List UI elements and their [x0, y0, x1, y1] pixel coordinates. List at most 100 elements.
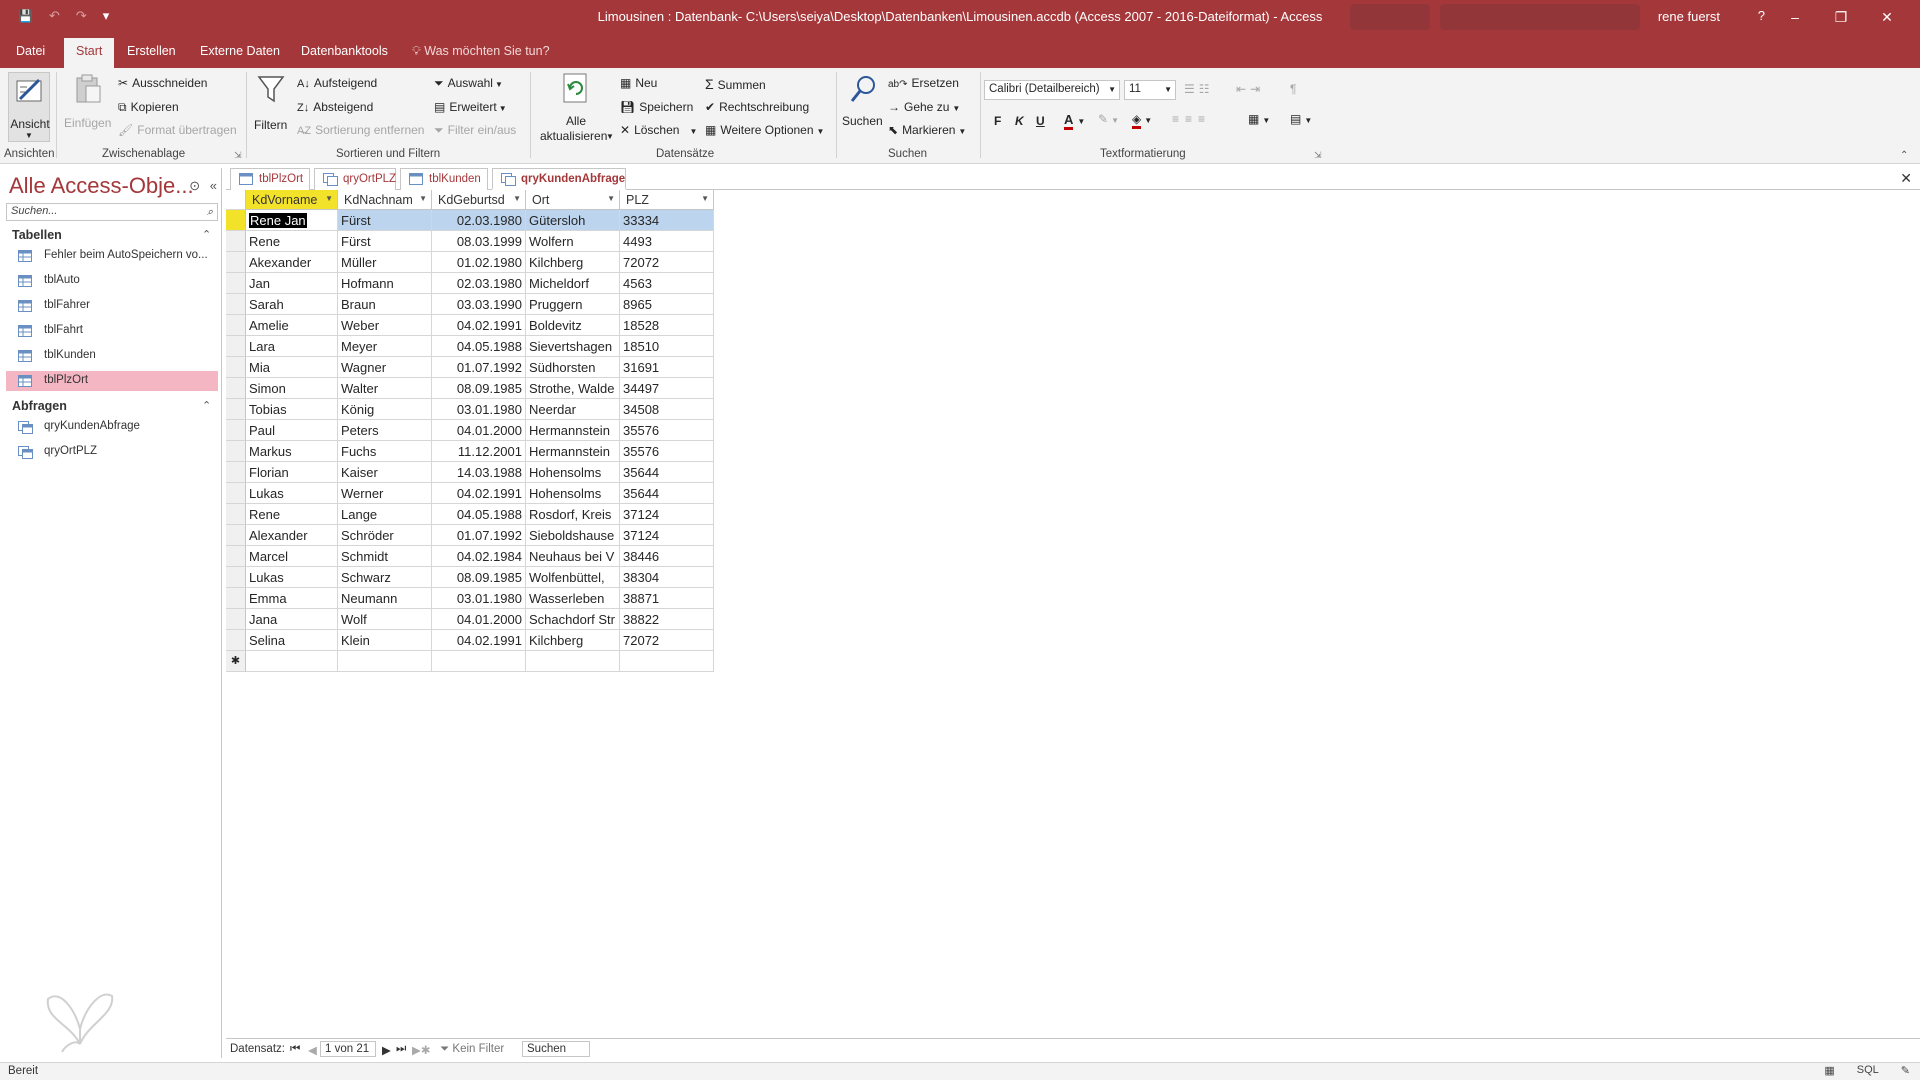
table-cell[interactable]: Kilchberg — [526, 630, 620, 651]
table-cell[interactable]: Rene — [246, 504, 338, 525]
table-cell[interactable]: 08.09.1985 — [432, 378, 526, 399]
new-record-cell[interactable] — [526, 651, 620, 672]
table-cell[interactable]: Hofmann — [338, 273, 432, 294]
tab-datei[interactable]: Datei — [16, 42, 45, 60]
table-cell[interactable]: 33334 — [620, 210, 714, 231]
nav-section-abfragen[interactable]: Abfragen ⌃ — [12, 399, 212, 413]
row-selector[interactable] — [226, 462, 246, 483]
tab-datenbanktools[interactable]: Datenbanktools — [301, 42, 388, 60]
record-position-input[interactable]: 1 von 21 — [320, 1041, 376, 1057]
new-record-row-selector[interactable]: ✱ — [226, 651, 246, 672]
table-cell[interactable]: Paul — [246, 420, 338, 441]
collapse-nav-icon[interactable]: « — [210, 178, 217, 193]
table-cell[interactable]: 02.03.1980 — [432, 210, 526, 231]
tab-start[interactable]: Start — [64, 38, 115, 68]
row-selector[interactable] — [226, 546, 246, 567]
row-selector[interactable] — [226, 252, 246, 273]
table-cell[interactable]: Sievertshagen — [526, 336, 620, 357]
new-record-cell[interactable] — [432, 651, 526, 672]
alternate-row-color-button[interactable]: ▤ ▼ — [1290, 112, 1312, 126]
list-buttons[interactable]: ☰☷ — [1184, 82, 1214, 96]
format-uebertragen-button[interactable]: 🖌︎ Format übertragen — [118, 123, 237, 137]
table-cell[interactable]: 04.02.1991 — [432, 483, 526, 504]
aufsteigend-button[interactable]: A↓ Aufsteigend — [297, 76, 377, 90]
kopieren-button[interactable]: ⧉ Kopieren — [118, 100, 179, 115]
collapse-ribbon-icon[interactable]: ⌃ — [1900, 150, 1908, 161]
column-filter-dropdown-icon[interactable]: ▼ — [701, 194, 709, 203]
table-cell[interactable]: Schröder — [338, 525, 432, 546]
alle-aktualisieren-button[interactable]: Alle aktualisieren ▼ — [536, 72, 616, 144]
row-selector[interactable] — [226, 588, 246, 609]
col-kdgeburtsdatum-header[interactable]: KdGeburtsd ▼ — [432, 190, 526, 210]
filter-status[interactable]: ⏷ Kein Filter — [440, 1043, 504, 1056]
row-selector[interactable] — [226, 525, 246, 546]
table-cell[interactable]: 04.05.1988 — [432, 336, 526, 357]
table-cell[interactable]: 02.03.1980 — [432, 273, 526, 294]
table-cell[interactable]: Boldevitz — [526, 315, 620, 336]
column-filter-dropdown-icon[interactable]: ▼ — [513, 194, 521, 203]
row-selector[interactable] — [226, 399, 246, 420]
table-cell[interactable]: Sarah — [246, 294, 338, 315]
table-cell[interactable]: 35644 — [620, 483, 714, 504]
erweitert-button[interactable]: ▤ Erweitert ▼ — [434, 100, 507, 114]
nav-pane-title[interactable]: Alle Access-Obje... — [9, 173, 194, 199]
table-cell[interactable]: 04.01.2000 — [432, 609, 526, 630]
table-cell[interactable]: 14.03.1988 — [432, 462, 526, 483]
minimize-button[interactable]: – — [1772, 4, 1818, 30]
table-cell[interactable]: Wagner — [338, 357, 432, 378]
table-cell[interactable]: Werner — [338, 483, 432, 504]
font-color-button[interactable]: A ▼ — [1064, 112, 1085, 130]
table-cell[interactable]: 35576 — [620, 420, 714, 441]
table-cell[interactable]: Simon — [246, 378, 338, 399]
filtern-button[interactable]: Filtern — [252, 74, 290, 142]
select-all-corner[interactable] — [226, 190, 246, 210]
column-filter-dropdown-icon[interactable]: ▼ — [607, 194, 615, 203]
table-cell[interactable]: Weber — [338, 315, 432, 336]
row-selector[interactable] — [226, 210, 246, 231]
doc-tab-tblplzort[interactable]: tblPlzOrt — [230, 168, 310, 190]
new-record-cell[interactable] — [246, 651, 338, 672]
table-cell[interactable]: Neuhaus bei V — [526, 546, 620, 567]
close-document-icon[interactable]: ✕ — [1900, 170, 1912, 187]
table-cell[interactable]: 38304 — [620, 567, 714, 588]
tab-erstellen[interactable]: Erstellen — [127, 42, 176, 60]
doc-tab-qrykundenabfrage[interactable]: qryKundenAbfrage — [492, 168, 626, 190]
row-selector[interactable] — [226, 357, 246, 378]
filter-ein-aus-button[interactable]: ⏷ Filter ein/aus — [434, 123, 516, 138]
summen-button[interactable]: Σ Summen — [705, 76, 766, 92]
table-cell[interactable]: 37124 — [620, 504, 714, 525]
table-cell[interactable]: Wolf — [338, 609, 432, 630]
table-cell[interactable]: 4493 — [620, 231, 714, 252]
table-cell[interactable]: Braun — [338, 294, 432, 315]
table-cell[interactable]: 35644 — [620, 462, 714, 483]
table-cell[interactable]: König — [338, 399, 432, 420]
table-cell[interactable]: Micheldorf — [526, 273, 620, 294]
table-cell[interactable]: Wolfern — [526, 231, 620, 252]
table-cell[interactable]: 34497 — [620, 378, 714, 399]
auswahl-button[interactable]: ⏷ Auswahl ▼ — [434, 76, 503, 91]
italic-button[interactable]: K — [1015, 114, 1024, 128]
font-name-select[interactable]: Calibri (Detailbereich) ▼ — [984, 80, 1120, 100]
nav-item-table[interactable]: tblFahrer — [6, 296, 218, 316]
table-cell[interactable]: Fuchs — [338, 441, 432, 462]
table-cell[interactable]: Sieboldshause — [526, 525, 620, 546]
nav-item-table[interactable]: Fehler beim AutoSpeichern vo... — [6, 246, 218, 266]
table-cell[interactable]: Fürst — [338, 231, 432, 252]
row-selector[interactable] — [226, 420, 246, 441]
table-cell[interactable]: 31691 — [620, 357, 714, 378]
table-cell[interactable]: Jana — [246, 609, 338, 630]
table-cell[interactable]: Kaiser — [338, 462, 432, 483]
help-icon[interactable]: ? — [1758, 8, 1765, 23]
absteigend-button[interactable]: Z↓ Absteigend — [297, 100, 373, 114]
table-cell[interactable]: Pruggern — [526, 294, 620, 315]
table-cell[interactable]: Florian — [246, 462, 338, 483]
row-selector[interactable] — [226, 315, 246, 336]
table-cell[interactable]: 37124 — [620, 525, 714, 546]
restore-button[interactable]: ❐ — [1818, 4, 1864, 30]
row-selector[interactable] — [226, 567, 246, 588]
row-selector[interactable] — [226, 273, 246, 294]
first-record-button[interactable]: ⏮ — [290, 1043, 300, 1056]
col-ort-header[interactable]: Ort ▼ — [526, 190, 620, 210]
row-selector[interactable] — [226, 609, 246, 630]
col-plz-header[interactable]: PLZ ▼ — [620, 190, 714, 210]
